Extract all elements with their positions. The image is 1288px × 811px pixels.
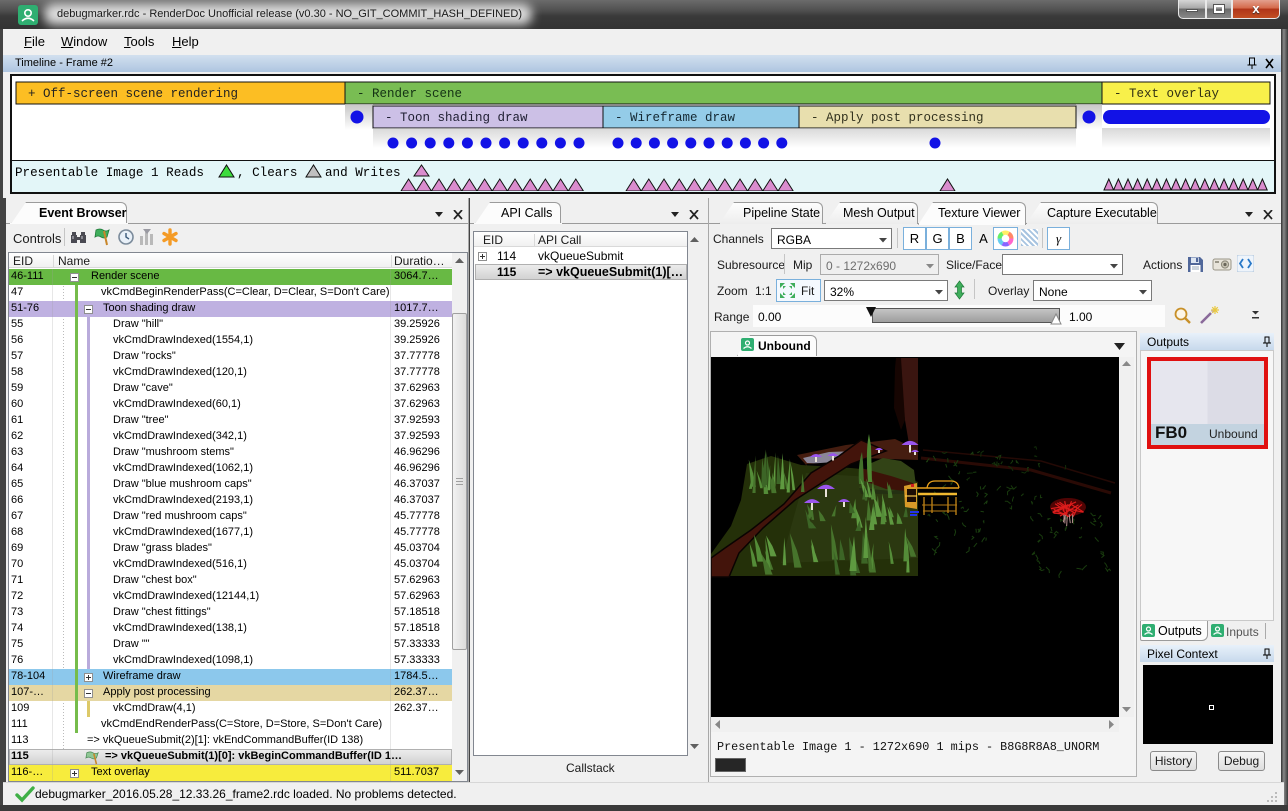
svg-text:and Writes: and Writes — [325, 166, 401, 180]
svg-text:Presentable Image 1 Reads: Presentable Image 1 Reads — [15, 166, 204, 180]
svg-text:, Clears: , Clears — [237, 166, 297, 180]
svg-text:- Render scene: - Render scene — [357, 87, 462, 101]
svg-text:- Toon shading draw: - Toon shading draw — [385, 111, 528, 125]
svg-text:- Apply post processing: - Apply post processing — [811, 111, 984, 125]
svg-text:+ Off-screen scene rendering: + Off-screen scene rendering — [28, 87, 238, 101]
svg-text:- Wireframe draw: - Wireframe draw — [615, 111, 736, 125]
svg-text:- Text overlay: - Text overlay — [1114, 87, 1220, 101]
